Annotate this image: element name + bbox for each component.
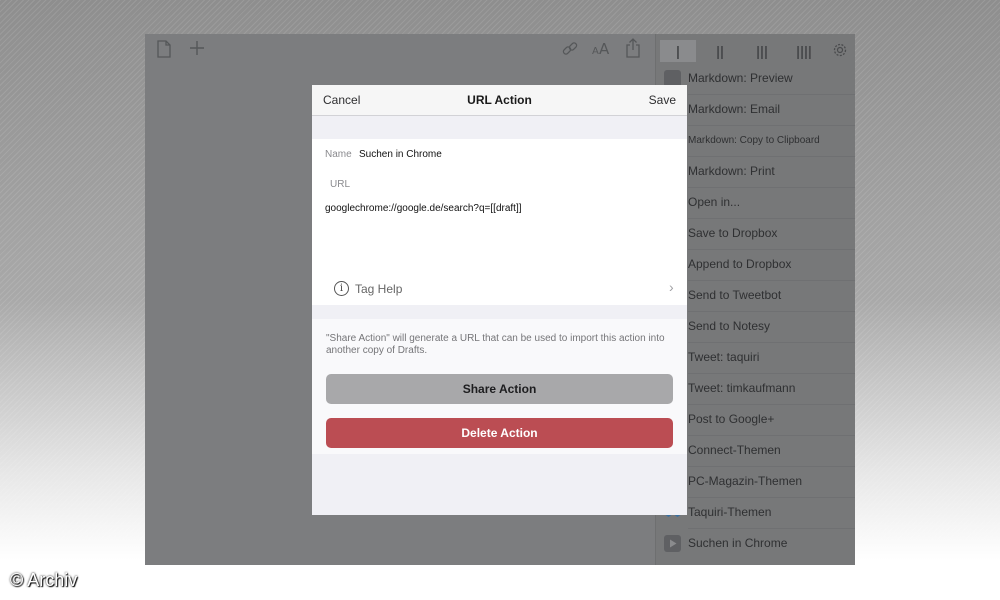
modal-nav-bar: Cancel URL Action Save (312, 85, 687, 116)
copyright-watermark: © Archiv (10, 570, 78, 590)
sidebar-tab-2[interactable]: || (702, 40, 738, 62)
tag-help-row[interactable]: i Tag Help › (312, 277, 687, 305)
chevron-right-icon: › (669, 279, 674, 295)
save-button[interactable]: Save (649, 93, 676, 107)
list-item[interactable]: Suchen in Chrome (656, 529, 855, 560)
document-icon[interactable] (157, 40, 171, 63)
share-section: "Share Action" will generate a URL that … (312, 319, 687, 454)
text-size-icon[interactable]: AA (592, 40, 610, 61)
name-label: Name (325, 149, 352, 160)
sidebar-tab-4[interactable]: |||| (786, 40, 822, 62)
modal-title: URL Action (467, 93, 532, 107)
url-label: URL (330, 179, 351, 190)
delete-action-button[interactable]: Delete Action (326, 418, 673, 448)
action-form: Name Suchen in Chrome URL googlechrome:/… (312, 139, 687, 305)
plus-icon[interactable] (189, 40, 205, 61)
sidebar-tabs: | || ||| |||| (656, 34, 855, 66)
share-icon[interactable] (625, 38, 641, 63)
svg-text:A: A (599, 40, 610, 56)
sidebar-tab-1[interactable]: | (660, 40, 696, 62)
url-action-modal: Cancel URL Action Save Name Suchen in Ch… (312, 85, 687, 515)
tag-help-label: Tag Help (355, 282, 403, 296)
gear-icon[interactable] (832, 42, 848, 63)
link-icon[interactable] (561, 40, 579, 63)
sidebar-tab-3[interactable]: ||| (744, 40, 780, 62)
info-icon: i (334, 281, 349, 296)
name-field[interactable]: Suchen in Chrome (359, 149, 442, 160)
svg-text:A: A (592, 46, 599, 56)
share-action-button[interactable]: Share Action (326, 374, 673, 404)
share-description: "Share Action" will generate a URL that … (326, 333, 665, 356)
url-field[interactable]: googlechrome://google.de/search?q=[[draf… (325, 203, 522, 214)
play-icon (664, 535, 681, 557)
